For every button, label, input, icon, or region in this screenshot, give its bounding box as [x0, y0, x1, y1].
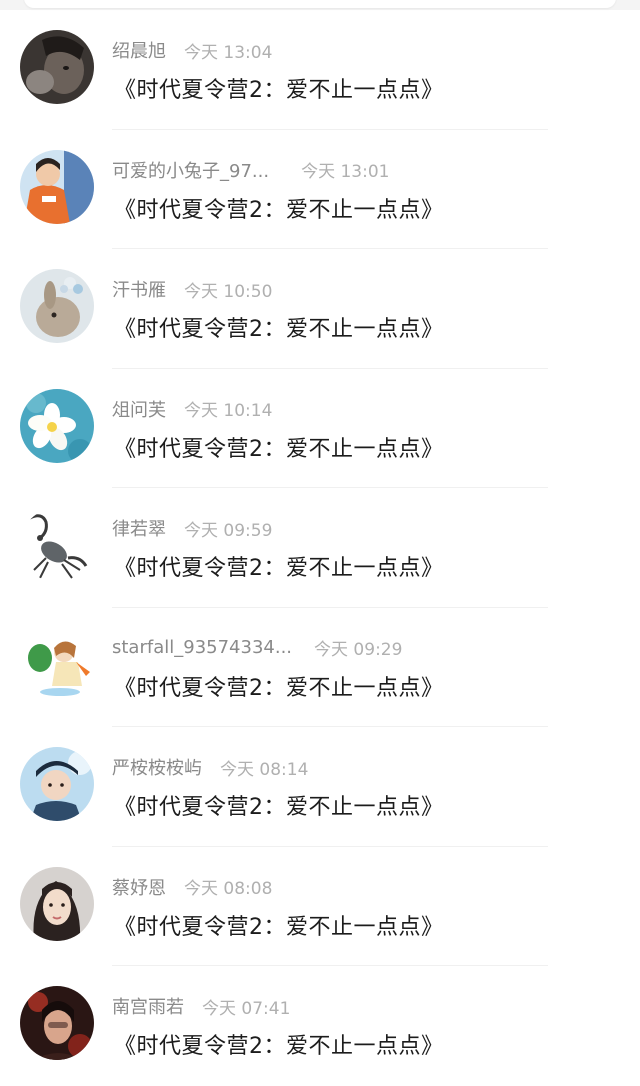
timestamp: 今天 08:08 — [184, 879, 273, 899]
list-item[interactable]: 南宫雨若 今天 07:41 《时代夏令营2：爱不止一点点》 — [0, 966, 640, 1086]
username[interactable]: 可爱的小兔子_97... — [112, 157, 269, 183]
avatar-white-flower-on-water-icon[interactable] — [20, 388, 94, 463]
message-title[interactable]: 《时代夏令营2：爱不止一点点》 — [114, 909, 444, 941]
username[interactable]: 俎问芙 — [112, 396, 166, 422]
message-title[interactable]: 《时代夏令营2：爱不止一点点》 — [114, 1028, 444, 1060]
message-meta: 严桉桉桉屿 今天 08:14 — [112, 754, 309, 780]
avatar-dark-portrait-icon[interactable] — [20, 30, 94, 104]
message-title[interactable]: 《时代夏令营2：爱不止一点点》 — [114, 550, 444, 582]
list-item[interactable]: 绍晨旭 今天 13:04 《时代夏令营2：爱不止一点点》 — [0, 10, 640, 130]
message-meta: starfall_93574334... 今天 09:29 — [112, 636, 402, 660]
message-meta: 律若翠 今天 09:59 — [112, 515, 273, 541]
avatar-bunny-with-flower-icon[interactable] — [20, 269, 94, 343]
list-item[interactable]: 俎问芙 今天 10:14 《时代夏令营2：爱不止一点点》 — [0, 369, 640, 488]
message-title[interactable]: 《时代夏令营2：爱不止一点点》 — [114, 72, 444, 104]
message-title[interactable]: 《时代夏令营2：爱不止一点点》 — [114, 431, 444, 463]
list-item[interactable]: starfall_93574334... 今天 09:29 《时代夏令营2：爱不… — [0, 608, 640, 727]
timestamp: 今天 07:41 — [202, 998, 291, 1019]
timestamp: 今天 13:01 — [301, 162, 390, 182]
timestamp: 今天 09:59 — [184, 520, 273, 541]
message-meta: 南宫雨若 今天 07:41 — [112, 993, 291, 1019]
message-title[interactable]: 《时代夏令营2：爱不止一点点》 — [114, 670, 444, 702]
username[interactable]: 汗书雁 — [112, 276, 166, 302]
message-title[interactable]: 《时代夏令营2：爱不止一点点》 — [114, 789, 444, 821]
timestamp: 今天 10:50 — [184, 281, 273, 302]
username[interactable]: 严桉桉桉屿 — [112, 754, 202, 780]
timestamp: 今天 09:29 — [314, 640, 403, 660]
message-meta: 绍晨旭 今天 13:04 — [112, 37, 273, 63]
avatar-cartoon-girl-with-carrot-icon[interactable] — [20, 627, 94, 702]
username[interactable]: 律若翠 — [112, 515, 166, 541]
avatar-boy-in-cap-icon[interactable] — [20, 747, 94, 821]
list-item[interactable]: 律若翠 今天 09:59 《时代夏令营2：爱不止一点点》 — [0, 488, 640, 608]
message-meta: 可爱的小兔子_97... 今天 13:01 — [112, 157, 390, 183]
message-list: 绍晨旭 今天 13:04 《时代夏令营2：爱不止一点点》 可爱的小兔子_97..… — [0, 10, 640, 1084]
top-card-edge — [24, 0, 616, 8]
username[interactable]: 绍晨旭 — [112, 37, 166, 63]
top-bar — [0, 0, 640, 10]
list-item[interactable]: 严桉桉桉屿 今天 08:14 《时代夏令营2：爱不止一点点》 — [0, 727, 640, 847]
username[interactable]: starfall_93574334... — [112, 637, 292, 658]
message-meta: 汗书雁 今天 10:50 — [112, 276, 273, 302]
timestamp: 今天 10:14 — [184, 401, 273, 421]
message-meta: 俎问芙 今天 10:14 — [112, 396, 273, 422]
list-item[interactable]: 可爱的小兔子_97... 今天 13:01 《时代夏令营2：爱不止一点点》 — [0, 130, 640, 249]
message-title[interactable]: 《时代夏令营2：爱不止一点点》 — [114, 311, 444, 343]
message-meta: 蔡妤恩 今天 08:08 — [112, 874, 273, 900]
avatar-woman-portrait-icon[interactable] — [20, 866, 94, 941]
timestamp: 今天 08:14 — [220, 759, 309, 780]
timestamp: 今天 13:04 — [184, 42, 273, 63]
avatar-scorpion-sketch-icon[interactable] — [20, 508, 94, 582]
list-item[interactable]: 汗书雁 今天 10:50 《时代夏令营2：爱不止一点点》 — [0, 249, 640, 369]
username[interactable]: 蔡妤恩 — [112, 874, 166, 900]
avatar-red-dark-portrait-icon[interactable] — [20, 986, 94, 1060]
list-item[interactable]: 蔡妤恩 今天 08:08 《时代夏令营2：爱不止一点点》 — [0, 847, 640, 966]
message-title[interactable]: 《时代夏令营2：爱不止一点点》 — [114, 192, 444, 224]
avatar-orange-shirt-boy-icon[interactable] — [20, 149, 94, 224]
username[interactable]: 南宫雨若 — [112, 993, 184, 1019]
